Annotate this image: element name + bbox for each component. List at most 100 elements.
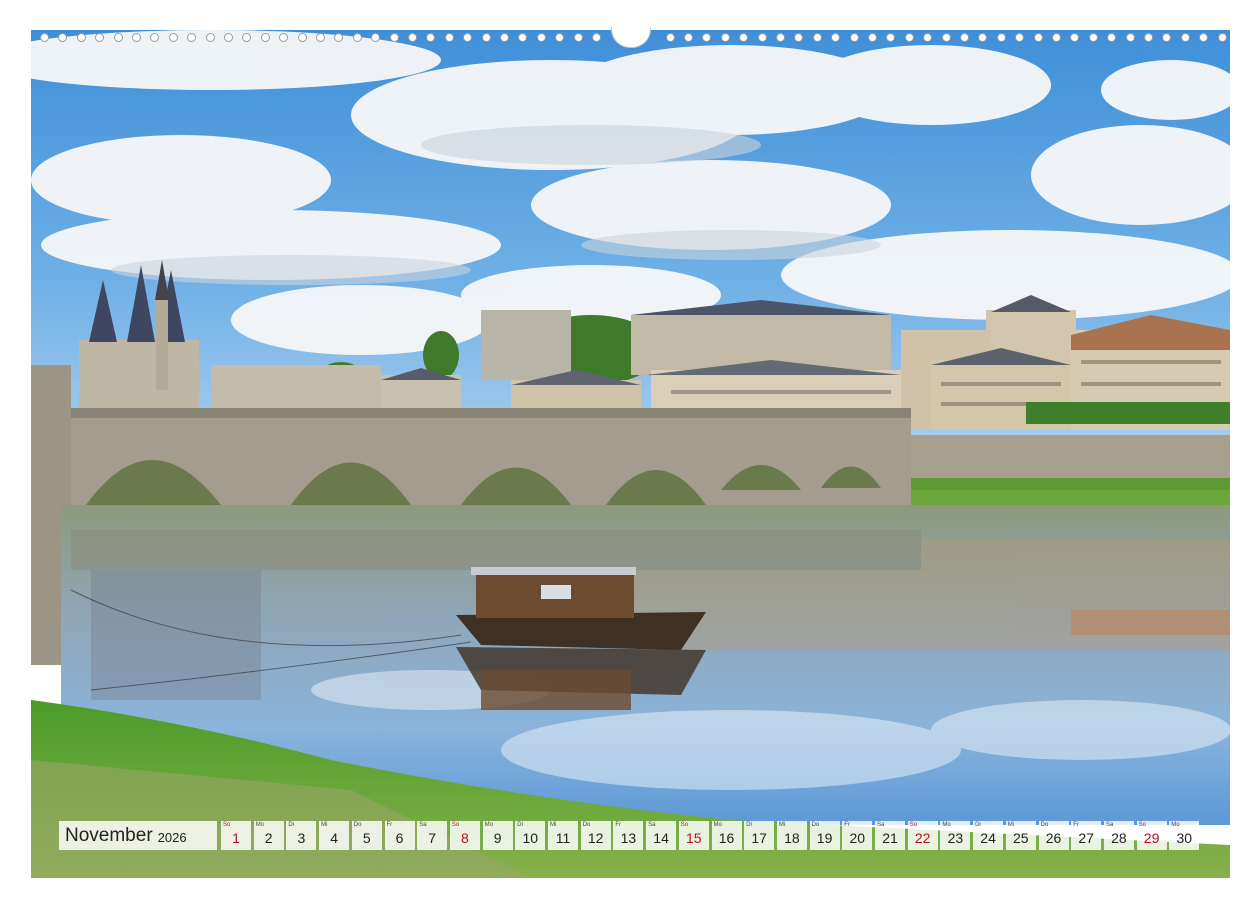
binding-hole bbox=[408, 33, 417, 42]
weekday-label: Mi bbox=[778, 822, 786, 828]
binding-hole bbox=[76, 33, 86, 42]
weekday-label: Di bbox=[746, 822, 752, 828]
day-cell: Do 5 bbox=[351, 821, 382, 850]
calendar-page: November 2026 So 1 Mo 2 Di 3 Mi 4 Do 5 Fr 6 Sa 7 So 8 Mo… bbox=[0, 0, 1260, 908]
weekday-label: Mi bbox=[550, 822, 557, 828]
day-cell: So 8 bbox=[449, 821, 480, 850]
weekday-label: Sa bbox=[1105, 822, 1114, 828]
day-cell: Di 24 bbox=[973, 821, 1004, 850]
binding-hole bbox=[316, 33, 325, 42]
binding-hole bbox=[720, 33, 730, 42]
weekday-label: Mo bbox=[942, 822, 951, 828]
weekday-label: Di bbox=[975, 822, 981, 828]
day-number: 19 bbox=[816, 830, 833, 846]
binding-hole bbox=[536, 33, 546, 42]
day-cell: Di 17 bbox=[744, 821, 775, 850]
day-cell: Mo 16 bbox=[711, 821, 742, 850]
binding-hole bbox=[1070, 33, 1080, 42]
weekday-label: Do bbox=[811, 822, 820, 828]
month-label: November 2026 bbox=[59, 821, 217, 850]
day-number: 7 bbox=[428, 830, 437, 846]
binding-hole bbox=[831, 33, 841, 42]
day-cell: Mi 11 bbox=[548, 821, 578, 850]
weekday-label: Sa bbox=[419, 822, 427, 828]
day-cell: So 29 bbox=[1136, 821, 1167, 850]
weekday-label: Di bbox=[517, 822, 523, 828]
binding-hole bbox=[242, 33, 252, 42]
binding-hole bbox=[224, 33, 233, 42]
day-number: 16 bbox=[718, 830, 735, 846]
day-cell: Di 3 bbox=[286, 821, 317, 850]
binding-hole bbox=[665, 33, 675, 42]
binding-hole bbox=[739, 33, 749, 42]
day-cell: Fr 20 bbox=[842, 821, 873, 850]
weekday-label: Do bbox=[1040, 822, 1049, 828]
day-number: 22 bbox=[914, 830, 931, 846]
day-cell: Fr 27 bbox=[1071, 821, 1102, 850]
binding-hole bbox=[58, 33, 68, 42]
binding-hole bbox=[757, 33, 767, 42]
binding-hole bbox=[702, 33, 712, 42]
binding-hole bbox=[389, 33, 399, 42]
binding-hole bbox=[95, 33, 105, 42]
weekday-label: So bbox=[909, 822, 918, 828]
day-number: 27 bbox=[1078, 830, 1094, 846]
binding-hole bbox=[187, 33, 197, 42]
weekday-label: So bbox=[451, 822, 460, 828]
weekday-label: Do bbox=[582, 822, 591, 828]
binding-hole bbox=[352, 33, 362, 42]
day-number: 4 bbox=[330, 830, 338, 846]
day-cell: Mi 25 bbox=[1005, 821, 1036, 850]
day-cell: Sa 7 bbox=[417, 821, 448, 850]
day-number: 11 bbox=[555, 830, 571, 846]
binding-hole bbox=[113, 33, 123, 42]
binding-hole bbox=[1144, 33, 1153, 42]
day-number: 28 bbox=[1111, 830, 1127, 846]
binding-hole bbox=[886, 33, 896, 42]
weekday-label: Mo bbox=[1171, 822, 1180, 828]
weekday-label: Sa bbox=[877, 822, 885, 828]
binding-hole bbox=[592, 33, 601, 42]
binding-hole bbox=[1033, 33, 1043, 42]
day-cell: Mo 30 bbox=[1169, 821, 1200, 850]
weekday-label: Mi bbox=[321, 822, 328, 828]
day-cell: Sa 28 bbox=[1103, 821, 1134, 850]
day-cell: Di 10 bbox=[515, 821, 546, 850]
binding-hole bbox=[960, 33, 969, 42]
binding-hole bbox=[1125, 33, 1135, 42]
day-number: 6 bbox=[395, 830, 404, 846]
day-cell: Do 19 bbox=[809, 821, 840, 850]
binding-hole bbox=[794, 33, 804, 42]
binding-hole bbox=[573, 33, 583, 42]
binding-hole bbox=[426, 33, 436, 42]
binding-hole bbox=[132, 33, 141, 42]
binding-hole bbox=[463, 33, 473, 42]
weekday-label: So bbox=[223, 822, 231, 828]
binding-hole bbox=[150, 33, 160, 42]
day-cell: Sa 21 bbox=[875, 821, 905, 850]
binding-hole bbox=[996, 33, 1006, 42]
binding-hole bbox=[1199, 33, 1209, 42]
weekday-label: Fr bbox=[615, 822, 622, 828]
day-number: 1 bbox=[232, 830, 240, 846]
binding-hole bbox=[1180, 33, 1190, 42]
day-number: 25 bbox=[1013, 830, 1029, 846]
binding-hole bbox=[1088, 33, 1098, 42]
weekday-label: Mo bbox=[484, 822, 493, 828]
landscape-photo bbox=[31, 30, 1230, 878]
day-cell: Do 12 bbox=[580, 821, 611, 850]
day-number: 12 bbox=[587, 830, 604, 846]
year-label: 2026 bbox=[157, 829, 187, 845]
day-number: 17 bbox=[751, 830, 767, 846]
day-number: 20 bbox=[849, 830, 866, 846]
binding-hole bbox=[297, 33, 307, 42]
day-cell: Mo 9 bbox=[482, 821, 513, 850]
binding-hole bbox=[260, 33, 270, 42]
day-number: 21 bbox=[882, 830, 898, 846]
binding-hole bbox=[923, 33, 933, 42]
weekday-label: Fr bbox=[386, 822, 393, 828]
weekday-label: Fr bbox=[1073, 822, 1079, 828]
binding-hole bbox=[481, 33, 491, 42]
day-number: 30 bbox=[1176, 830, 1193, 846]
binding-hole bbox=[444, 33, 454, 42]
